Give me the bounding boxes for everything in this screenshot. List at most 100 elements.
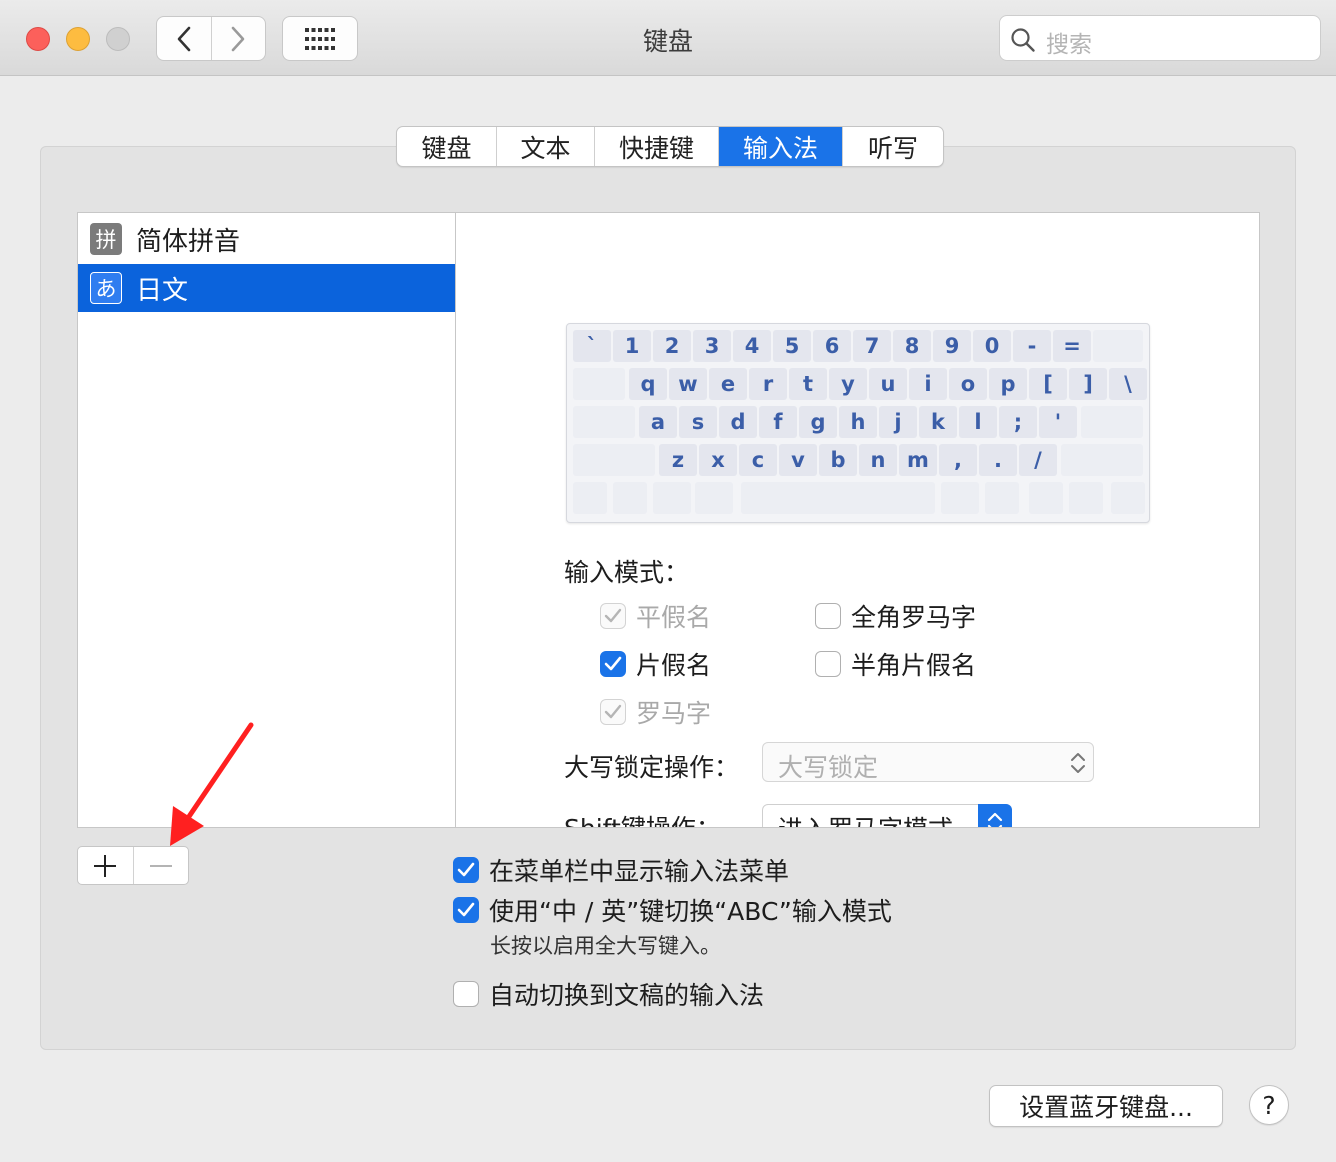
help-button[interactable]: ? xyxy=(1249,1085,1289,1125)
checkbox-box xyxy=(815,603,841,629)
keyboard-key-blank xyxy=(573,368,625,400)
keyboard-key: z xyxy=(659,444,697,476)
checkbox-label: 罗马字 xyxy=(636,699,712,728)
checkmark-icon xyxy=(604,704,622,719)
shift-value: 进入罗马字模式 xyxy=(778,810,953,827)
keyboard-key-blank xyxy=(1069,482,1103,514)
tab-dictation[interactable]: 听写 xyxy=(843,127,943,166)
katakana-checkbox[interactable]: 片假名 xyxy=(600,646,711,682)
keyboard-key: j xyxy=(879,406,917,438)
keyboard-key: i xyxy=(909,368,947,400)
keyboard-key-blank xyxy=(1081,406,1143,438)
checkbox-box xyxy=(600,699,626,725)
checkbox-box xyxy=(453,857,479,883)
checkbox-label: 平假名 xyxy=(636,603,712,632)
keyboard-key: v xyxy=(779,444,817,476)
keyboard-key: n xyxy=(859,444,897,476)
checkmark-icon xyxy=(604,608,622,623)
caps-switch-abc-checkbox[interactable]: 使用“中 / 英”键切换“ABC”输入模式 xyxy=(453,892,892,928)
remove-input-source-button[interactable] xyxy=(132,847,188,884)
list-controls xyxy=(77,846,189,885)
keyboard-key: t xyxy=(789,368,827,400)
checkbox-box xyxy=(453,897,479,923)
keyboard-key: e xyxy=(709,368,747,400)
keyboard-key: ] xyxy=(1069,368,1107,400)
checkmark-icon xyxy=(457,862,475,877)
keyboard-preview: ` 1 2 3 4 5 6 7 8 9 0- = q w e r t y u i o p[] \ a s d f g h j k l; ' z x c… xyxy=(566,323,1150,523)
setup-bluetooth-keyboard-button[interactable]: 设置蓝牙键盘... xyxy=(989,1085,1223,1127)
keyboard-key: c xyxy=(739,444,777,476)
updown-chevron-icon xyxy=(987,812,1003,827)
tab-label: 文本 xyxy=(520,133,571,163)
keyboard-key: f xyxy=(759,406,797,438)
keyboard-key: . xyxy=(979,444,1017,476)
keyboard-key: p xyxy=(989,368,1027,400)
keyboard-key-blank xyxy=(573,482,607,514)
pinyin-icon-glyph: 拼 xyxy=(95,228,117,252)
tab-text[interactable]: 文本 xyxy=(497,127,595,166)
shift-select-stepper xyxy=(978,804,1012,827)
keyboard-key: 7 xyxy=(853,330,891,362)
keyboard-key: d xyxy=(719,406,757,438)
search-placeholder: 搜索 xyxy=(1046,32,1092,58)
tab-shortcuts[interactable]: 快捷键 xyxy=(595,127,719,166)
checkbox-box xyxy=(815,651,841,677)
halfwidth-katakana-checkbox[interactable]: 半角片假名 xyxy=(815,646,976,682)
keyboard-key-blank xyxy=(741,482,935,514)
keyboard-key-blank xyxy=(573,406,635,438)
checkbox-label: 半角片假名 xyxy=(851,651,977,680)
add-input-source-button[interactable] xyxy=(78,847,133,884)
keyboard-key: s xyxy=(679,406,717,438)
tab-label: 键盘 xyxy=(421,133,472,163)
tab-keyboard[interactable]: 键盘 xyxy=(397,127,497,166)
list-item-label: 简体拼音 xyxy=(136,226,241,257)
auto-switch-checkbox[interactable]: 自动切换到文稿的输入法 xyxy=(453,976,764,1012)
caps-lock-value: 大写锁定 xyxy=(778,753,879,782)
tab-label: 快捷键 xyxy=(618,133,694,163)
keyboard-key: o xyxy=(949,368,987,400)
keyboard-key: 8 xyxy=(893,330,931,362)
keyboard-key: w xyxy=(669,368,707,400)
pinyin-icon: 拼 xyxy=(90,223,122,255)
keyboard-key: b xyxy=(819,444,857,476)
japanese-icon-glyph: あ xyxy=(95,277,117,301)
keyboard-key: 3 xyxy=(693,330,731,362)
keyboard-key: y xyxy=(829,368,867,400)
keyboard-key-blank xyxy=(1111,482,1145,514)
checkbox-label: 自动切换到文稿的输入法 xyxy=(489,981,765,1010)
keyboard-key: q xyxy=(629,368,667,400)
keyboard-key: 1 xyxy=(613,330,651,362)
checkbox-label: 在菜单栏中显示输入法菜单 xyxy=(489,857,790,886)
keyboard-key: g xyxy=(799,406,837,438)
tab-bar: 键盘 文本 快捷键 输入法 听写 xyxy=(396,126,944,167)
keyboard-key: ' xyxy=(1039,406,1077,438)
keyboard-key: ; xyxy=(999,406,1037,438)
input-mode-label: 输入模式： xyxy=(564,558,690,587)
title-bar: 键盘 搜索 xyxy=(0,0,1336,76)
checkbox-box xyxy=(600,651,626,677)
list-item-japanese[interactable]: あ 日文 xyxy=(78,264,455,312)
keyboard-key: k xyxy=(919,406,957,438)
search-field[interactable]: 搜索 xyxy=(999,15,1321,61)
shift-select[interactable]: 进入罗马字模式 xyxy=(762,804,1012,827)
keyboard-key: 5 xyxy=(773,330,811,362)
keyboard-key-blank xyxy=(1029,482,1063,514)
show-input-menu-checkbox[interactable]: 在菜单栏中显示输入法菜单 xyxy=(453,852,789,888)
checkbox-box xyxy=(600,603,626,629)
keyboard-key-blank xyxy=(985,482,1019,514)
checkmark-icon xyxy=(457,902,475,917)
fullwidth-roman-checkbox[interactable]: 全角罗马字 xyxy=(815,598,976,634)
tab-input-sources[interactable]: 输入法 xyxy=(719,127,843,166)
plus-icon xyxy=(94,854,117,877)
keyboard-key: 6 xyxy=(813,330,851,362)
checkbox-label: 全角罗马字 xyxy=(851,603,977,632)
keyboard-key: a xyxy=(639,406,677,438)
keyboard-key: 9 xyxy=(933,330,971,362)
keyboard-key: l xyxy=(959,406,997,438)
keyboard-key: = xyxy=(1053,330,1091,362)
checkbox-label: 片假名 xyxy=(636,651,712,680)
keyboard-key: 2 xyxy=(653,330,691,362)
tab-label: 输入法 xyxy=(742,133,818,163)
list-item-pinyin[interactable]: 拼 简体拼音 xyxy=(78,215,455,263)
updown-chevron-icon xyxy=(1071,753,1085,773)
